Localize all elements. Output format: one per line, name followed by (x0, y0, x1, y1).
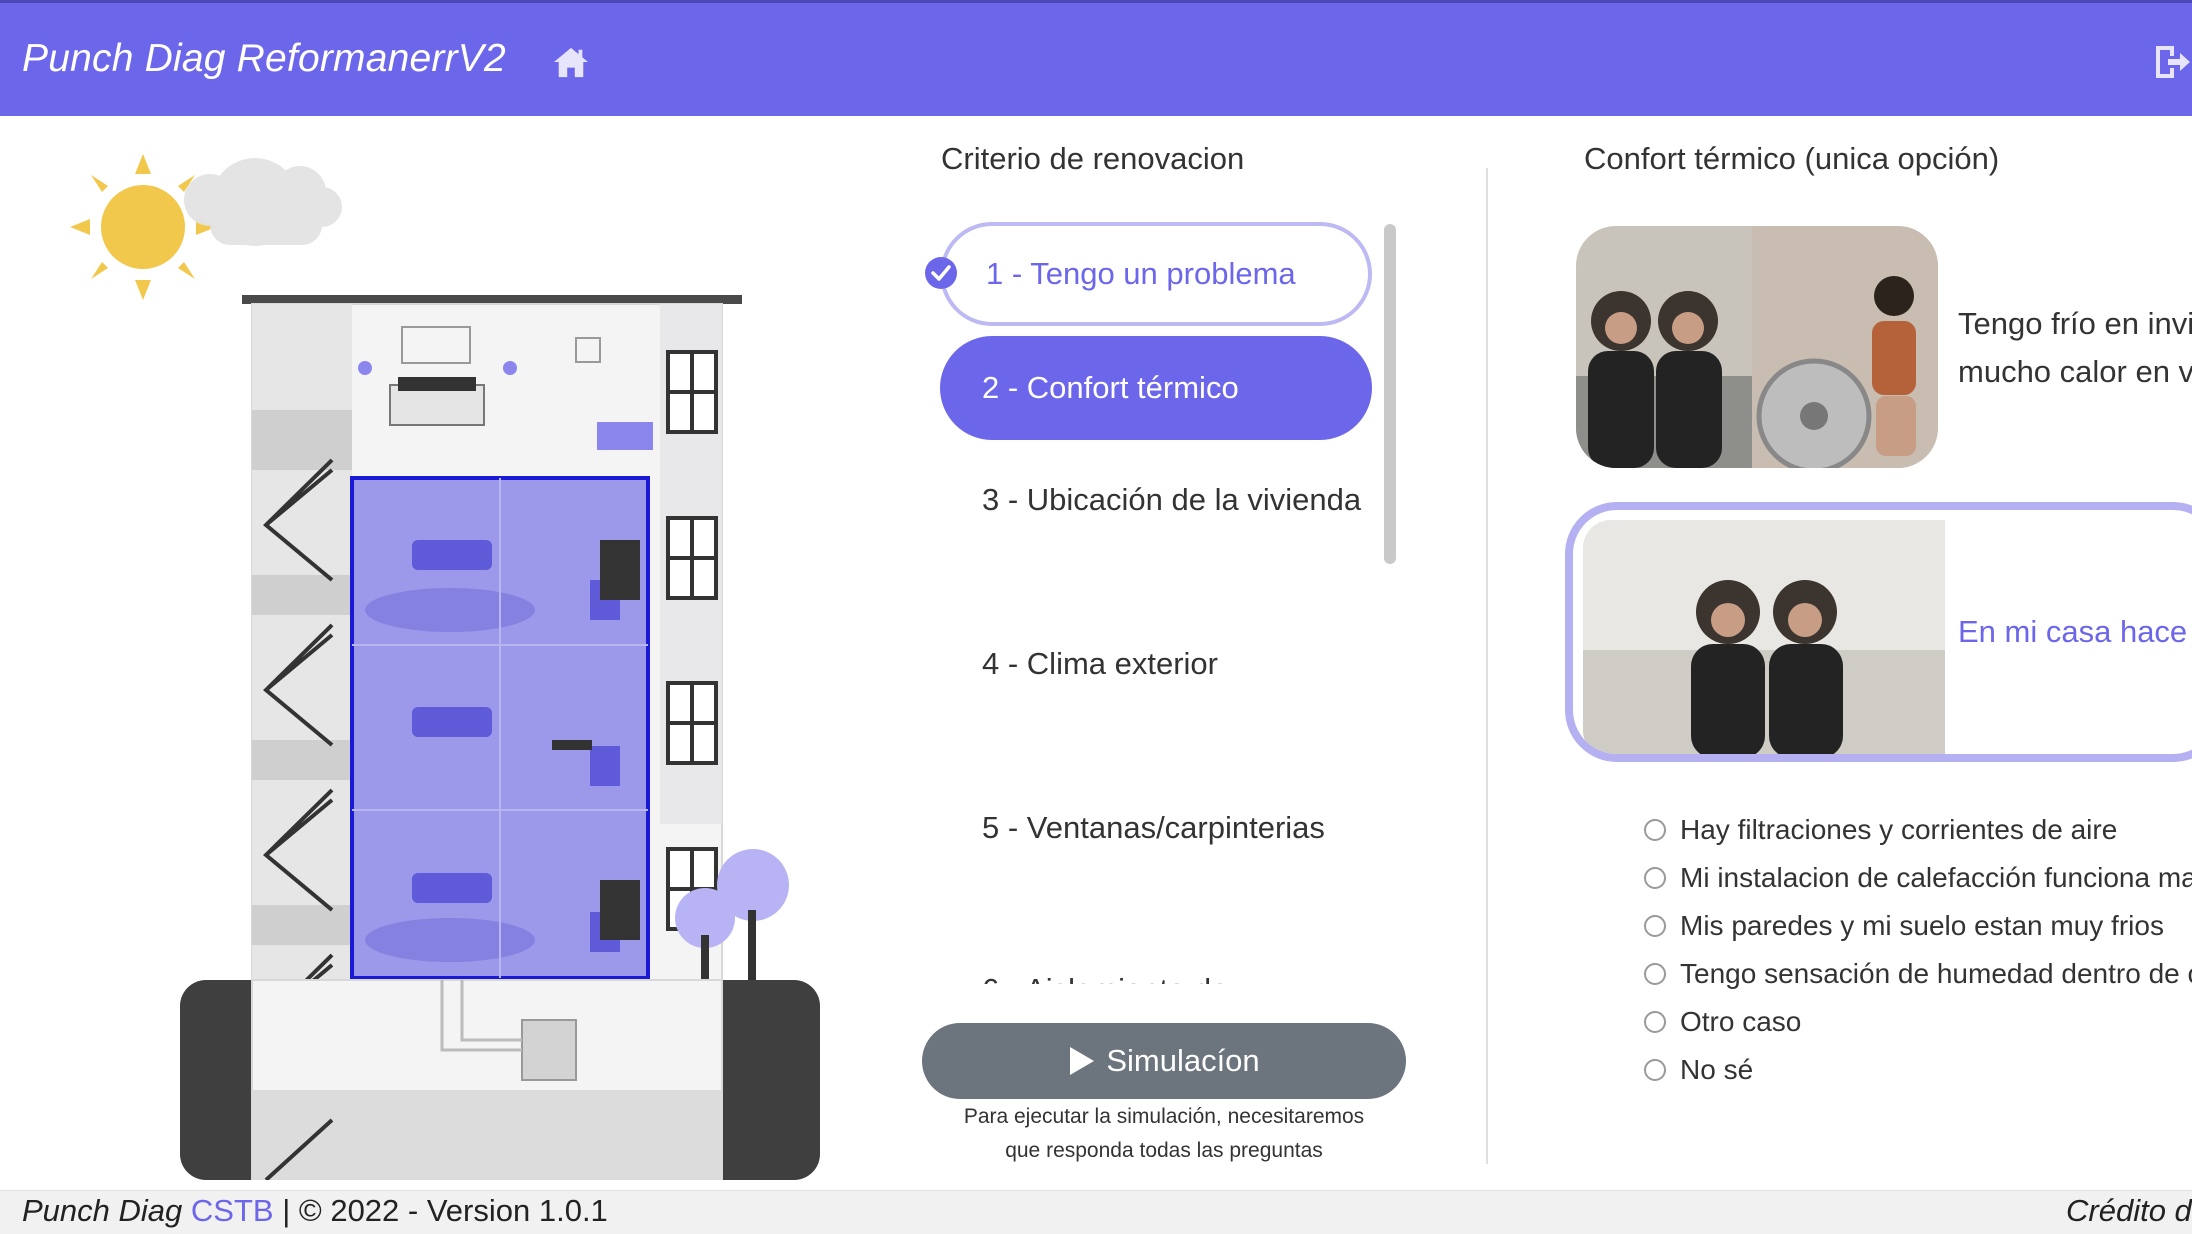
criterion-label: 2 - Confort térmico (982, 370, 1239, 405)
criterion-6-insulation[interactable]: 6 - Aislamiento de (940, 966, 1372, 984)
radio-option-air-leaks[interactable]: Hay filtraciones y corrientes de aire (1644, 806, 2192, 854)
simulate-label: Simulacíon (1106, 1043, 1260, 1078)
radio-option-dont-know[interactable]: No sé (1644, 1046, 2192, 1094)
column-divider (1486, 168, 1488, 1164)
radio-option-other[interactable]: Otro caso (1644, 998, 2192, 1046)
top-navbar: Punch Diag ReformanerrV2 (0, 0, 2192, 116)
option-text-cold-house[interactable]: En mi casa hace frío (1958, 614, 2192, 650)
simulate-note-line-2: que responda todas las preguntas (1005, 1139, 1323, 1162)
criteria-list: 1 - Tengo un problema 2 - Confort térmic… (930, 214, 1380, 984)
criterion-1-problem[interactable]: 1 - Tengo un problema (940, 222, 1372, 326)
footer-copyright: | © 2022 - Version 1.0.1 (273, 1193, 608, 1228)
radio-option-humidity[interactable]: Tengo sensación de humedad dentro de cas… (1644, 950, 2192, 998)
building-illustration (70, 154, 820, 1180)
logout-icon[interactable] (2152, 43, 2192, 81)
radio-option-heating[interactable]: Mi instalacion de calefacción funciona m… (1644, 854, 2192, 902)
option-text-cold-and-hot[interactable]: Tengo frío en invierno y mucho calor en … (1958, 300, 2192, 396)
criterion-label: 1 - Tengo un problema (986, 256, 1296, 291)
radio-label[interactable]: Mi instalacion de calefacción funciona m… (1680, 862, 2192, 894)
home-icon[interactable] (552, 45, 590, 79)
radio-label[interactable]: Otro caso (1680, 1006, 1801, 1038)
comfort-radio-group: Hay filtraciones y corrientes de aire Mi… (1644, 806, 2192, 1094)
footer-cstb-link[interactable]: CSTB (191, 1193, 274, 1228)
radio-button[interactable] (1644, 1059, 1666, 1081)
radio-label[interactable]: No sé (1680, 1054, 1753, 1086)
footer-info: Punch Diag CSTB | © 2022 - Version 1.0.1 (22, 1191, 608, 1231)
app-title[interactable]: Punch Diag ReformanerrV2 (22, 37, 506, 81)
footer-brand: Punch Diag (22, 1193, 183, 1228)
photo-cold-house (1583, 520, 1945, 754)
footer: Punch Diag CSTB | © 2022 - Version 1.0.1… (0, 1190, 2192, 1234)
radio-button[interactable] (1644, 867, 1666, 889)
comfort-heading: Confort térmico (unica opción) (1584, 141, 2000, 176)
photo-cold-and-hot (1576, 226, 1938, 468)
radio-button[interactable] (1644, 963, 1666, 985)
footer-credits-link[interactable]: Crédito de (2066, 1191, 2192, 1231)
criterion-3-location[interactable]: 3 - Ubicación de la vivienda (940, 476, 1372, 524)
radio-label[interactable]: Mis paredes y mi suelo estan muy frios (1680, 910, 2164, 942)
radio-button[interactable] (1644, 915, 1666, 937)
criterion-2-thermal-comfort[interactable]: 2 - Confort térmico (940, 336, 1372, 440)
radio-label[interactable]: Tengo sensación de humedad dentro de cas… (1680, 958, 2192, 990)
radio-button[interactable] (1644, 1011, 1666, 1033)
criterion-label: 6 - Aislamiento de (982, 972, 1228, 984)
simulate-note: Para ejecutar la simulación, necesitarem… (922, 1100, 1406, 1168)
simulate-note-line-1: Para ejecutar la simulación, necesitarem… (963, 1105, 1365, 1128)
criterion-label: 5 - Ventanas/carpinterias (982, 810, 1325, 845)
cloud-icon (184, 158, 342, 246)
simulate-button[interactable]: Simulacíon (922, 1023, 1406, 1099)
criterion-4-climate[interactable]: 4 - Clima exterior (940, 640, 1372, 688)
criteria-heading: Criterio de renovacion (941, 141, 1245, 176)
radio-button[interactable] (1644, 819, 1666, 841)
criterion-5-windows[interactable]: 5 - Ventanas/carpinterias (940, 804, 1372, 852)
play-icon (1070, 1047, 1095, 1075)
criterion-label: 4 - Clima exterior (982, 646, 1218, 681)
criteria-scrollbar-thumb[interactable] (1384, 224, 1396, 564)
check-circle-icon (925, 257, 957, 289)
sun-icon (70, 154, 216, 300)
radio-label[interactable]: Hay filtraciones y corrientes de aire (1680, 814, 2117, 846)
criterion-label: 3 - Ubicación de la vivienda (982, 482, 1362, 517)
radio-option-cold-walls[interactable]: Mis paredes y mi suelo estan muy frios (1644, 902, 2192, 950)
